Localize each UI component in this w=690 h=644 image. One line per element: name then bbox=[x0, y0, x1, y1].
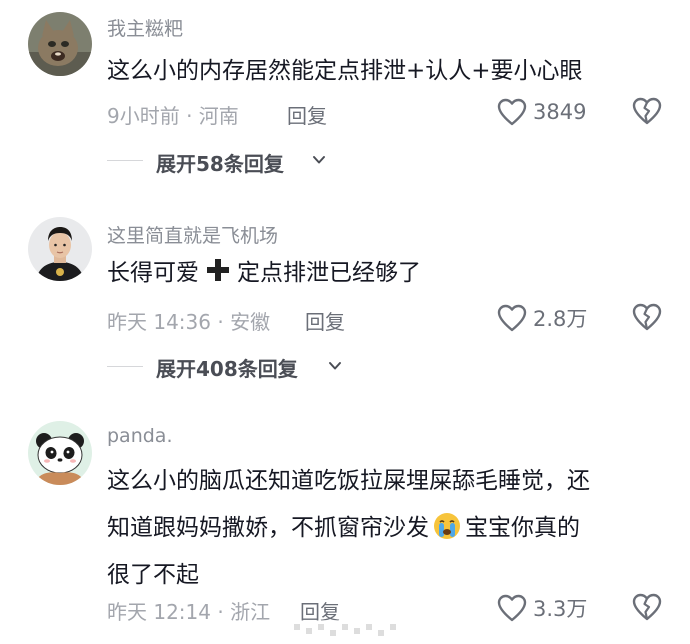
plus-icon bbox=[207, 259, 229, 281]
avatar[interactable] bbox=[28, 421, 92, 485]
comment-text: 这么小的脑瓜还知道吃饭拉屎埋屎舔毛睡觉，还 知道跟妈妈撒娇，不抓窗帘沙发 宝宝你真… bbox=[107, 458, 667, 599]
chevron-down-icon[interactable] bbox=[312, 153, 326, 167]
expand-divider bbox=[107, 366, 143, 367]
like-count: 2.8万 bbox=[533, 307, 588, 331]
heart-outline-icon bbox=[497, 594, 527, 622]
heart-outline-icon bbox=[497, 304, 527, 332]
dislike-button[interactable] bbox=[632, 97, 662, 127]
broken-heart-icon bbox=[632, 97, 662, 125]
comment-text-line: 很了不起 bbox=[107, 562, 199, 588]
time-location: 昨天 12:14 · 浙江 bbox=[107, 600, 271, 624]
comment-text-part: 定点排泄已经够了 bbox=[237, 260, 421, 286]
avatar[interactable] bbox=[28, 12, 92, 76]
dislike-button[interactable] bbox=[632, 303, 662, 333]
reply-button[interactable]: 回复 bbox=[305, 306, 345, 335]
comment-text: 长得可爱 定点排泄已经够了 bbox=[107, 250, 667, 297]
avatar[interactable] bbox=[28, 217, 92, 281]
like-count: 3.3万 bbox=[533, 597, 588, 621]
broken-heart-icon bbox=[632, 593, 662, 621]
dislike-button[interactable] bbox=[632, 593, 662, 623]
panda-avatar-image bbox=[28, 421, 92, 485]
broken-heart-icon bbox=[632, 303, 662, 331]
expand-divider bbox=[107, 160, 143, 161]
time-location: 9小时前 · 河南 bbox=[107, 104, 239, 128]
reply-button[interactable]: 回复 bbox=[287, 100, 327, 129]
like-button[interactable]: 3849 bbox=[497, 97, 586, 127]
like-count: 3849 bbox=[533, 100, 587, 124]
comment-text: 这么小的内存居然能定点排泄+认人+要小心眼 bbox=[107, 58, 583, 84]
watermark-graphic bbox=[290, 620, 410, 644]
time-location: 昨天 14:36 · 安徽 bbox=[107, 310, 271, 334]
like-button[interactable]: 3.3万 bbox=[497, 593, 587, 623]
comment-text-line: 知道跟妈妈撒娇，不抓窗帘沙发 宝宝你真的 bbox=[107, 505, 667, 552]
like-button[interactable]: 2.8万 bbox=[497, 303, 587, 333]
chevron-down-icon[interactable] bbox=[328, 359, 342, 373]
comment-text-line: 这么小的脑瓜还知道吃饭拉屎埋屎舔毛睡觉，还 bbox=[107, 468, 590, 494]
comment-text-part: 长得可爱 bbox=[107, 260, 199, 286]
comment-text-part: 宝宝你真的 bbox=[465, 515, 580, 541]
expand-replies-button[interactable]: 展开408条回复 bbox=[156, 353, 298, 382]
username[interactable]: panda. bbox=[107, 425, 173, 447]
cat-avatar-image bbox=[28, 12, 92, 76]
crying-face-icon bbox=[434, 513, 460, 539]
heart-outline-icon bbox=[497, 98, 527, 126]
username[interactable]: 我主糍粑 bbox=[107, 14, 183, 41]
expand-replies-button[interactable]: 展开58条回复 bbox=[156, 148, 284, 177]
comment-text-part: 知道跟妈妈撒娇，不抓窗帘沙发 bbox=[107, 515, 429, 541]
man-avatar-image bbox=[28, 217, 92, 281]
username[interactable]: 这里简直就是飞机场 bbox=[107, 221, 278, 248]
